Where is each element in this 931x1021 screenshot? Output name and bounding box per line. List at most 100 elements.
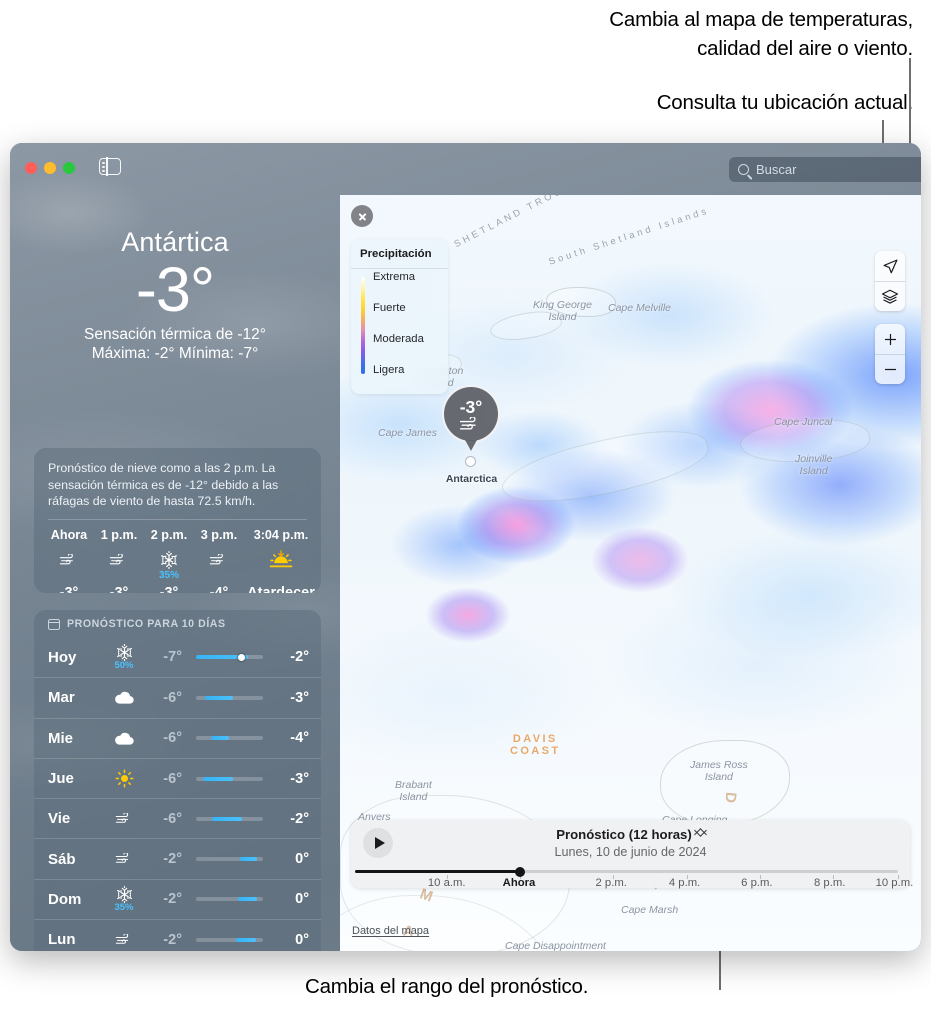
minimize-window-button[interactable]	[44, 162, 56, 174]
marker-temperature: -3°	[459, 396, 483, 417]
temperature-range-fill	[237, 897, 257, 902]
layers-icon	[881, 289, 899, 304]
hourly-temperature: -4°	[209, 584, 229, 594]
legend-item-moderada: Moderada	[373, 333, 424, 345]
forecast-low-temp: -2°	[163, 931, 182, 948]
hourly-forecast-card[interactable]: Pronóstico de nieve como a las 2 p.m. La…	[34, 448, 321, 593]
weather-sidebar: Antártica -3° Sensación térmica de -12° …	[10, 195, 340, 951]
timeline-progress	[355, 870, 521, 873]
hourly-time: 1 p.m.	[100, 527, 138, 542]
wind-icon	[109, 553, 123, 564]
forecast-low-temp: -2°	[163, 891, 182, 908]
forecast-timeline-bar[interactable]: Pronóstico (12 horas) Lunes, 10 de junio…	[351, 820, 913, 889]
map-controls-zoom	[875, 324, 905, 384]
timeline-tick-label: 8 p.m.	[813, 877, 846, 889]
hourly-cell-partial: 4 -	[318, 528, 321, 594]
page-title: Antártica	[121, 227, 229, 257]
cloud-icon	[114, 732, 134, 745]
forecast-range-selector[interactable]: Pronóstico (12 horas)	[351, 827, 910, 842]
legend-item-ligera: Ligera	[373, 364, 405, 376]
timeline-tick-label: 6 p.m.	[741, 877, 773, 889]
callout-layers-text: Cambia al mapa de temperaturas, calidad …	[609, 8, 913, 60]
minus-icon	[884, 368, 896, 371]
temperature-range-track	[196, 857, 263, 862]
hourly-temperature: -3°	[109, 584, 129, 594]
sidebar-toggle-icon[interactable]	[99, 157, 121, 176]
forecast-low-temp: -6°	[163, 770, 182, 787]
hourly-temperature: -3°	[159, 584, 179, 594]
weather-map-panel[interactable]: SOUTH SHETLAND TROUGH South Shetland Isla…	[340, 195, 921, 951]
zoom-out-button[interactable]	[875, 354, 905, 384]
map-place-label: DAVIS COAST	[510, 733, 561, 757]
marker-label: Antarctica	[445, 473, 498, 485]
weather-app-window: Buscar Antártica -3° Sensación térmica d…	[10, 143, 921, 951]
forecast-low-temp: -2°	[163, 851, 182, 868]
legend-title: Precipitación	[351, 239, 448, 269]
timeline-slider[interactable]	[355, 866, 899, 879]
forecast-high-temp: -2°	[290, 810, 309, 827]
callout-location-text: Consulta tu ubicación actual.	[656, 91, 914, 114]
forecast-condition-icon	[104, 688, 144, 707]
temperature-range-track	[196, 937, 263, 942]
current-location-marker[interactable]: -3° Antarctica	[442, 385, 500, 485]
wind-icon	[115, 813, 128, 823]
table-row: Sáb -2° 0°	[34, 838, 321, 878]
temperature-range-track	[196, 695, 263, 700]
forecast-high-temp: -2°	[290, 649, 309, 666]
forecast-condition-icon	[104, 853, 144, 864]
forecast-day-label: Mar	[48, 689, 75, 707]
temperature-range-track	[196, 736, 263, 741]
forecast-low-temp: -7°	[163, 649, 182, 666]
locate-me-button[interactable]	[875, 251, 905, 281]
forecast-low-temp: -6°	[163, 810, 182, 827]
map-place-label: Joinville Island	[795, 453, 833, 477]
map-place-label: James Ross Island	[690, 759, 748, 783]
map-data-link[interactable]: Datos del mapa	[352, 925, 429, 937]
table-row: Hoy 50% -7° -2°	[34, 637, 321, 677]
chevron-updown-icon	[696, 828, 705, 841]
locate-icon	[883, 259, 897, 273]
hourly-precip-chance	[244, 570, 318, 581]
forecast-day-label: Mie	[48, 729, 74, 747]
high-low-text: Máxima: -2° Mínima: -7°	[91, 345, 259, 362]
precipitation-legend: Precipitación Extrema Fuerte Moderada Li…	[351, 239, 448, 394]
temperature-range-fill	[210, 736, 229, 741]
forecast-range-label: Pronóstico (12 horas)	[556, 827, 692, 842]
forecast-day-label: Vie	[48, 810, 71, 828]
forecast-condition-icon	[104, 934, 144, 945]
forecast-condition-icon: 50%	[104, 643, 144, 671]
forecast-day-label: Sáb	[48, 850, 76, 868]
temperature-range-fill	[203, 776, 233, 781]
forecast-precip-chance: 50%	[114, 660, 134, 672]
cloud-icon	[114, 692, 134, 705]
window-titlebar: Buscar	[10, 143, 921, 195]
hourly-precip-chance	[44, 570, 94, 581]
map-layers-button[interactable]	[875, 281, 905, 311]
hourly-cell: 3:04 p.m. Atardecer	[244, 528, 318, 594]
marker-bubble: -3°	[442, 385, 500, 443]
temperature-range-fill	[239, 857, 257, 862]
close-legend-button[interactable]	[351, 205, 373, 227]
forecast-day-label: Jue	[48, 770, 74, 788]
close-window-button[interactable]	[25, 162, 37, 174]
table-row: Mar -6° -3°	[34, 677, 321, 717]
hourly-cell: Ahora -3°	[44, 528, 94, 594]
hourly-forecast-strip[interactable]: Ahora -3° 1 p.m. -3° 2 p.m. 35% -3° 3 p.m. -…	[34, 520, 321, 594]
timeline-tick-label: 4 p.m.	[668, 877, 701, 889]
zoom-in-button[interactable]	[875, 324, 905, 354]
wind-icon	[209, 553, 223, 564]
search-input[interactable]: Buscar	[729, 157, 921, 182]
wind-icon	[459, 416, 476, 429]
temperature-range-track	[196, 897, 263, 902]
marker-tail	[465, 440, 477, 451]
forecast-condition-icon: 35%	[104, 885, 144, 913]
forecast-high-temp: -4°	[290, 730, 309, 747]
table-row: Mie -6° -4°	[34, 717, 321, 758]
ten-day-forecast-card[interactable]: PRONÓSTICO PARA 10 DÍAS Hoy 50% -7° -2° Ma…	[34, 610, 321, 951]
forecast-high-temp: 0°	[295, 891, 309, 908]
hourly-time: 3:04 p.m.	[253, 527, 309, 542]
forecast-low-temp: -6°	[163, 730, 182, 747]
forecast-high-temp: -3°	[290, 770, 309, 787]
hourly-cell: 1 p.m. -3°	[94, 528, 144, 594]
maximize-window-button[interactable]	[63, 162, 75, 174]
